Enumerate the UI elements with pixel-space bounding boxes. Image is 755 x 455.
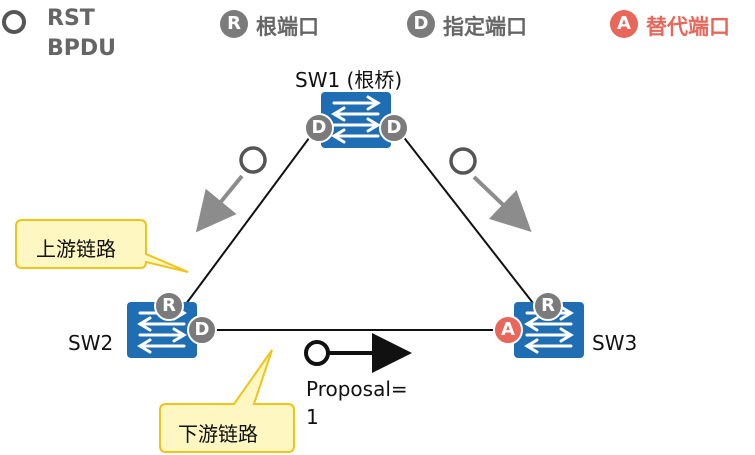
sw3-alternate-port[interactable]: A <box>493 315 523 345</box>
legend-root-port-badge: R <box>220 10 248 38</box>
upstream-link-label: 上游链路 <box>36 237 116 261</box>
legend-bpdu-label: RST BPDU <box>47 4 116 64</box>
sw2-label: SW2 <box>68 331 114 355</box>
proposal-bpdu-arrow <box>304 333 412 373</box>
sw1-designated-port-right[interactable]: D <box>379 113 409 143</box>
legend-alternate-port-label: 替代端口 <box>646 15 730 39</box>
legend-bpdu-line1: RST <box>47 6 95 31</box>
sw1-designated-port-left[interactable]: D <box>304 113 334 143</box>
sw3-root-port[interactable]: R <box>533 291 563 321</box>
sw2-designated-port[interactable]: D <box>187 315 217 345</box>
legend-designated-port-badge: D <box>407 10 435 38</box>
sw2-root-port[interactable]: R <box>154 291 184 321</box>
proposal-label: Proposal= 1 <box>306 375 408 431</box>
legend-bpdu-line2: BPDU <box>47 36 117 61</box>
proposal-line1: Proposal= <box>306 377 408 401</box>
downstream-link-label: 下游链路 <box>178 422 258 446</box>
legend-alternate-port-badge: A <box>610 10 638 38</box>
sw3-label: SW3 <box>592 331 638 355</box>
sw1-label: SW1 (根桥) <box>295 68 403 92</box>
proposal-line2: 1 <box>306 405 319 429</box>
legend-designated-port-label: 指定端口 <box>443 15 527 39</box>
legend-root-port-label: 根端口 <box>256 15 319 39</box>
legend-bpdu-icon <box>2 10 26 34</box>
